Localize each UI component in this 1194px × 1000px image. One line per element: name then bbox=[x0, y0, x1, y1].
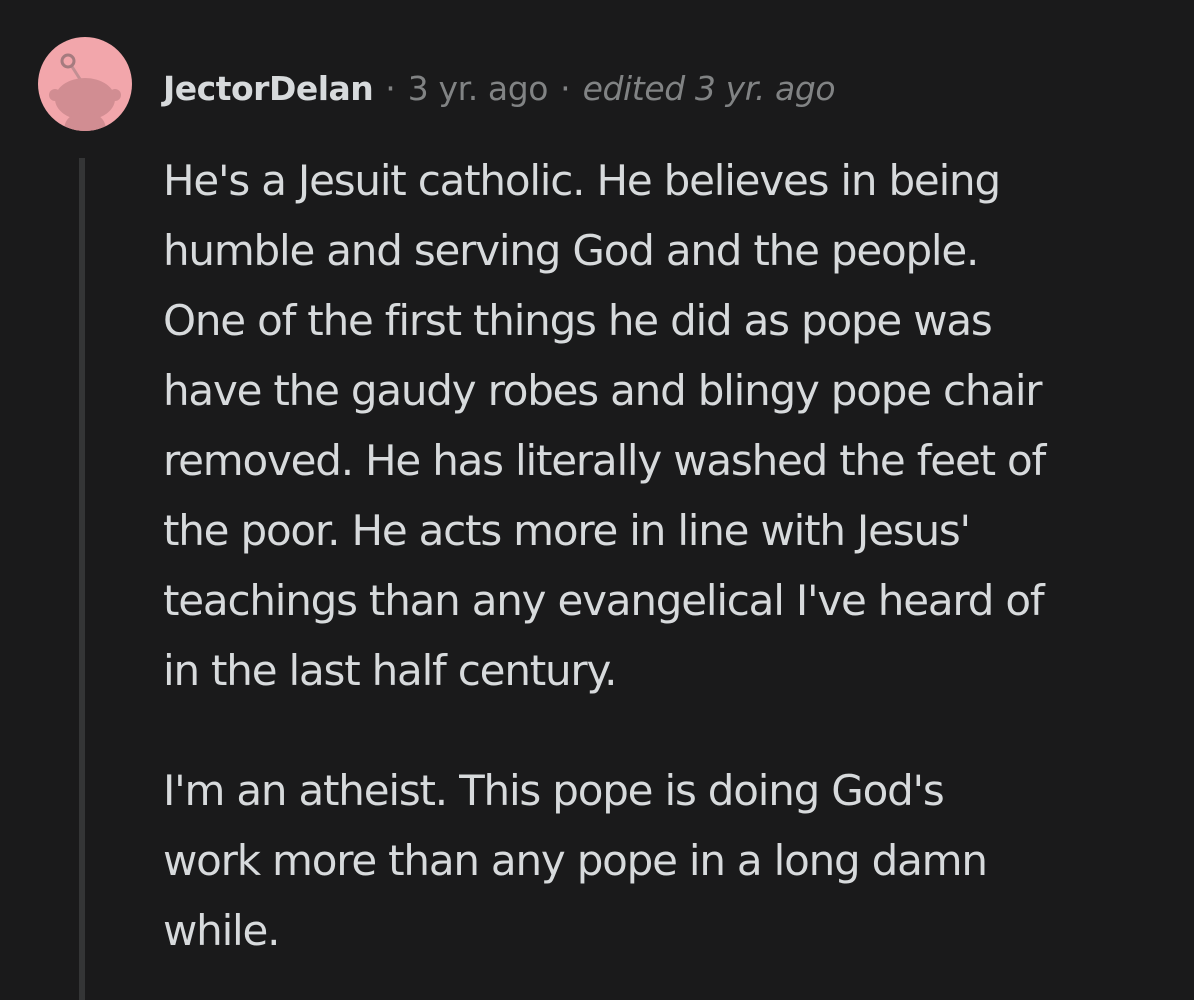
comment-paragraph: He's a Jesuit catholic. He believes in b… bbox=[163, 146, 1163, 706]
snoo-avatar-icon bbox=[49, 53, 121, 131]
comment-line: removed. He has literally washed the fee… bbox=[163, 436, 1046, 485]
edited-label: edited 3 yr. ago bbox=[582, 68, 836, 108]
comment-line: the poor. He acts more in line with Jesu… bbox=[163, 506, 971, 555]
thread-collapse-line[interactable] bbox=[79, 158, 85, 1000]
comment-timestamp[interactable]: 3 yr. ago bbox=[408, 72, 549, 105]
avatar[interactable] bbox=[38, 37, 132, 131]
comment-line: have the gaudy robes and blingy pope cha… bbox=[163, 366, 1043, 415]
comment-line: He's a Jesuit catholic. He believes in b… bbox=[163, 156, 1001, 205]
comment-line: in the last half century. bbox=[163, 646, 618, 695]
comment-line: work more than any pope in a long damn bbox=[163, 836, 988, 885]
meta-separator: · bbox=[385, 68, 396, 108]
meta-separator: · bbox=[560, 68, 571, 108]
comment-line: teachings than any evangelical I've hear… bbox=[163, 576, 1045, 625]
comment-line: One of the first things he did as pope w… bbox=[163, 296, 993, 345]
comment-line: humble and serving God and the people. bbox=[163, 226, 979, 275]
author-name[interactable]: JectorDelan bbox=[163, 72, 374, 105]
comment-meta: JectorDelan · 3 yr. ago · edited 3 yr. a… bbox=[163, 62, 836, 114]
comment-body: He's a Jesuit catholic. He believes in b… bbox=[163, 146, 1163, 966]
comment-paragraph: I'm an atheist. This pope is doing God's… bbox=[163, 756, 1163, 966]
comment-line: while. bbox=[163, 906, 281, 955]
comment-line: I'm an atheist. This pope is doing God's bbox=[163, 766, 945, 815]
